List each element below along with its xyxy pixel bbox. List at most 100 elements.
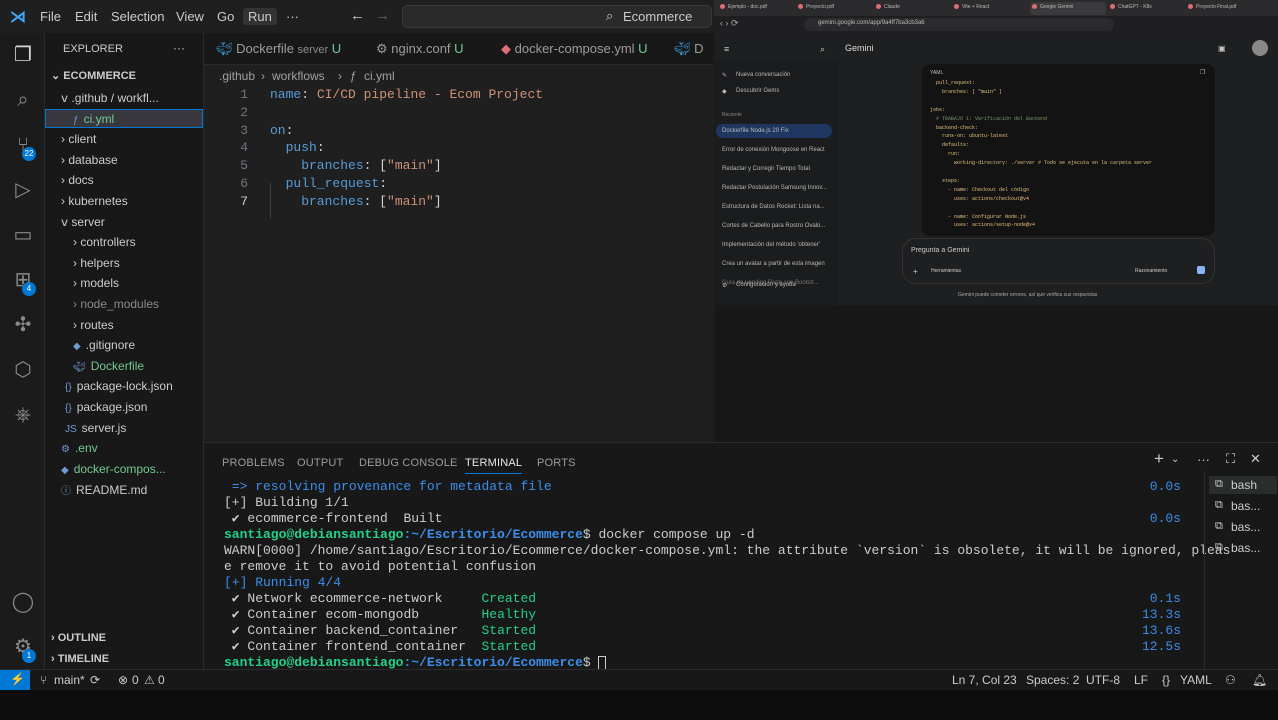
tree-item[interactable]: ⅴ server	[61, 215, 105, 229]
tree-item[interactable]: {} package.json	[65, 400, 147, 414]
kubernetes-icon[interactable]: ⎈	[11, 403, 35, 427]
chevron-down-icon[interactable]: ⌄	[1171, 454, 1179, 465]
recent-chat-item[interactable]: Cortes de Cabello para Rostro Ovalo...	[722, 223, 825, 229]
browser-tab[interactable]: Proyecto Final.pdf	[1186, 2, 1262, 15]
tab-debug-console[interactable]: DEBUG CONSOLE	[359, 457, 458, 469]
tab-nginx-conf[interactable]: ⚙ nginx.conf U	[376, 33, 464, 65]
tree-item[interactable]: ⓘ README.md	[61, 482, 147, 497]
tree-item[interactable]: › database	[61, 153, 118, 167]
url-bar[interactable]: gemini.google.com/app/9a4ff7ba3cb3a6	[804, 18, 1114, 31]
tab-dockerfile[interactable]: 🐳︎ Dockerfile server U	[216, 33, 341, 65]
menu-go[interactable]: Go	[217, 9, 234, 24]
tree-item[interactable]: › node_modules	[73, 297, 159, 311]
tree-item[interactable]: › docs	[61, 173, 94, 187]
search-icon[interactable]: ⌕	[820, 44, 825, 55]
menu-file[interactable]: File	[40, 9, 61, 24]
recent-chat-item[interactable]: Estructura de Datos Rocket: Lista na...	[722, 204, 825, 210]
remote-explorer-icon[interactable]: ▭	[11, 223, 35, 247]
breadcrumb-item[interactable]: ci.yml	[364, 69, 395, 83]
tab-output[interactable]: OUTPUT	[297, 457, 343, 469]
tree-item[interactable]: › controllers	[73, 235, 136, 249]
gem-icon[interactable]: ▣	[1218, 44, 1226, 53]
menu-edit[interactable]: Edit	[75, 9, 97, 24]
breadcrumb-item[interactable]: .github	[219, 69, 255, 83]
python-icon[interactable]: ✣	[11, 313, 35, 337]
browser-tab[interactable]: Google Gemini	[1030, 2, 1106, 15]
recent-chat-item[interactable]: Implementación del método 'obtener'	[722, 242, 820, 248]
recent-chat-item[interactable]: Redactar Postulación Samsung Innov...	[722, 185, 827, 191]
new-terminal-icon[interactable]: +	[1154, 449, 1164, 469]
tree-item[interactable]: ⅴ .github / workfl...	[61, 91, 159, 105]
error-count[interactable]: 0	[132, 673, 139, 687]
bell-icon[interactable]: 🔔︎	[1252, 673, 1267, 687]
warning-count[interactable]: 0	[158, 673, 165, 687]
tree-item[interactable]: JS server.js	[65, 421, 126, 435]
browser-nav-icon[interactable]: ‹ › ⟳	[720, 18, 739, 29]
recent-chat-item[interactable]: Error de conexión Mongoose en React	[722, 147, 825, 153]
sync-icon[interactable]: ⟳	[90, 673, 100, 687]
browser-tab[interactable]: Proyecto.pdf	[796, 2, 872, 15]
outline-section[interactable]: › OUTLINE	[51, 632, 106, 644]
encoding[interactable]: UTF-8	[1086, 673, 1120, 687]
tab-problems[interactable]: PROBLEMS	[222, 457, 285, 469]
more-icon[interactable]: ···	[1197, 452, 1210, 467]
avatar[interactable]	[1252, 40, 1268, 56]
tab-terminal[interactable]: TERMINAL	[465, 457, 523, 474]
tree-item[interactable]: 🐳︎ Dockerfile	[73, 359, 144, 373]
gemini-prompt-box[interactable]: Pregunta a Gemini + Herramientas Razonam…	[902, 238, 1215, 284]
browser-tab[interactable]: ChatGPT - K8s	[1108, 2, 1184, 15]
workspace-root[interactable]: ⌄ ECOMMERCE	[51, 69, 136, 82]
settings-help-button[interactable]: Configuración y ayuda	[736, 282, 796, 288]
breadcrumb-item[interactable]: workflows	[272, 69, 325, 83]
terminal-instance[interactable]: ⧉ bash	[1209, 476, 1277, 494]
browser-tab[interactable]: Vite + React	[952, 2, 1028, 15]
tree-item[interactable]: ◆ .gitignore	[73, 338, 135, 352]
language-mode[interactable]: YAML	[1180, 673, 1212, 687]
menu-run[interactable]: Run	[243, 8, 277, 25]
timeline-section[interactable]: › TIMELINE	[51, 653, 109, 665]
tree-item[interactable]: › kubernetes	[61, 194, 128, 208]
remote-indicator[interactable]: ⚡	[0, 670, 30, 691]
copilot-icon[interactable]: ⚇	[1225, 673, 1236, 687]
docker-icon[interactable]: ⬡	[11, 358, 35, 382]
forward-arrow-icon[interactable]: →	[375, 7, 390, 24]
recent-chat-item[interactable]: Redactar y Corregir Tiempo Total	[722, 166, 810, 172]
tree-item[interactable]: ◆ docker-compos...	[61, 462, 166, 476]
explorer-files-icon[interactable]: ❐	[11, 43, 35, 67]
tab-docker-compose[interactable]: ◆ docker-compose.yml U	[501, 33, 648, 65]
tools-button[interactable]: Herramientas	[931, 268, 961, 274]
branch-name[interactable]: main*	[54, 673, 85, 687]
command-center[interactable]: ⌕ Ecommerce	[402, 5, 712, 28]
account-icon[interactable]: ◯	[11, 590, 35, 614]
code-editor[interactable]: 1 name: CI/CD pipeline - Ecom Project 2 3 on…	[204, 86, 714, 442]
tree-item[interactable]: {} package-lock.json	[65, 379, 173, 393]
tree-item[interactable]: › client	[61, 132, 96, 146]
explore-gems-button[interactable]: Descubrir Gems	[736, 88, 779, 94]
plus-icon[interactable]: +	[913, 267, 918, 276]
line-ending[interactable]: LF	[1134, 673, 1148, 687]
terminal-instance[interactable]: ⧉ bas...	[1209, 539, 1277, 557]
browser-tab[interactable]: Ejemplo - doc.pdf	[718, 2, 794, 15]
back-arrow-icon[interactable]: ←	[350, 7, 365, 24]
maximize-icon[interactable]: ⛶	[1226, 451, 1235, 467]
browser-tab[interactable]: Claude	[874, 2, 950, 15]
recent-chat-item[interactable]: Dockerfile Node.js 20 Fix	[722, 128, 789, 134]
close-icon[interactable]: ✕	[1250, 451, 1261, 467]
terminal-instance[interactable]: ⧉ bas...	[1209, 497, 1277, 515]
tree-item[interactable]: ⚙ .env	[61, 441, 98, 455]
mode-selector[interactable]: Razonamiento	[1135, 268, 1167, 274]
copy-icon[interactable]: ❐	[1200, 69, 1205, 76]
tree-item[interactable]: › models	[73, 276, 119, 290]
menu-icon[interactable]: ≡	[724, 44, 729, 54]
tree-item[interactable]: ƒ ci.yml	[73, 112, 114, 126]
cursor-position[interactable]: Ln 7, Col 23	[952, 673, 1017, 687]
tab-overflow[interactable]: 🐳︎ D	[674, 33, 704, 65]
explorer-more-button[interactable]: ···	[173, 41, 185, 55]
tree-item[interactable]: › routes	[73, 318, 114, 332]
recent-chat-item[interactable]: Crea un avatar a partir de esta imagen	[722, 261, 825, 267]
menu-selection[interactable]: Selection	[111, 9, 164, 24]
terminal-instance[interactable]: ⧉ bas...	[1209, 518, 1277, 536]
menu-more[interactable]: ···	[286, 9, 299, 24]
menu-view[interactable]: View	[176, 9, 204, 24]
tree-item[interactable]: › helpers	[73, 256, 120, 270]
